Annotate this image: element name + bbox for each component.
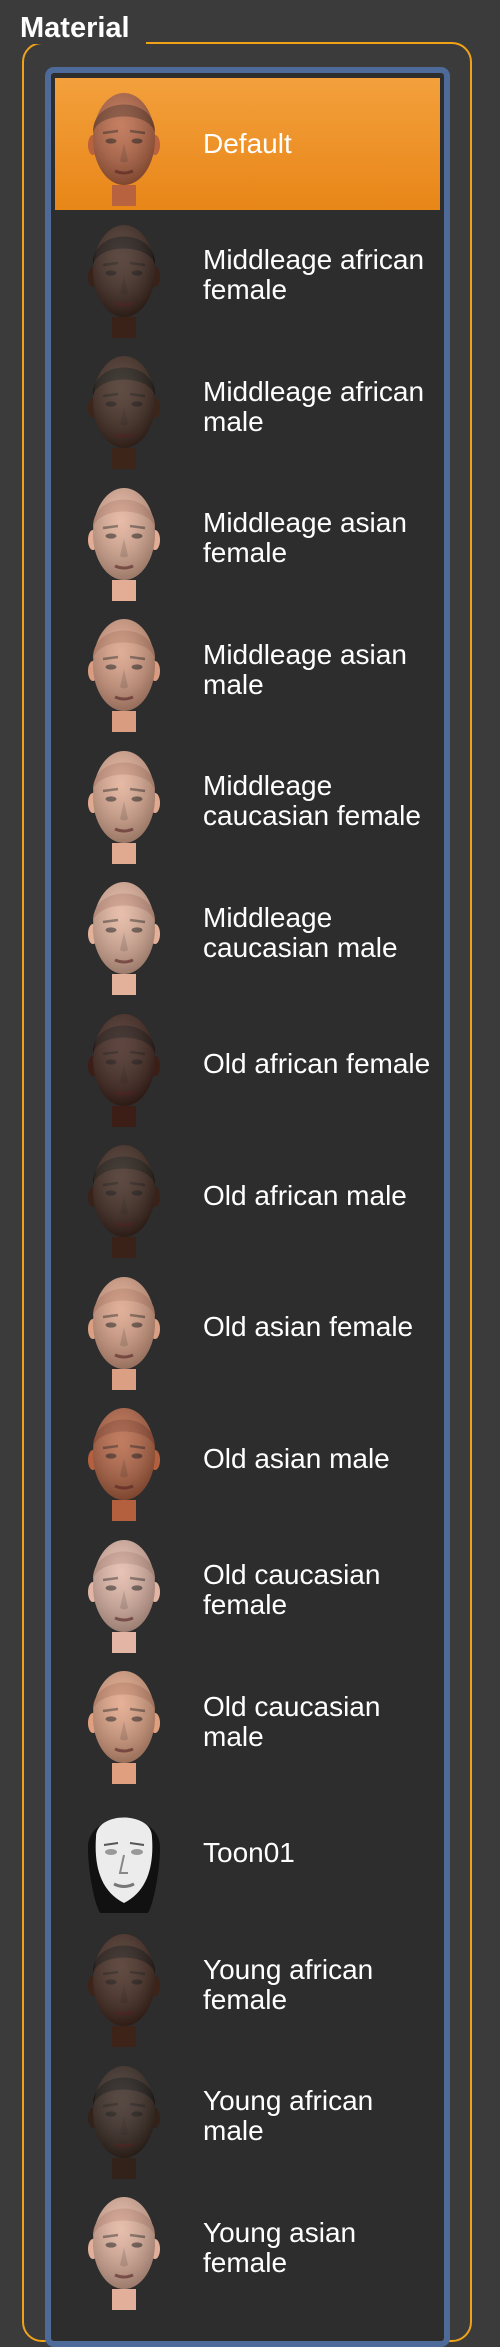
material-item-label: Middleage african male [203, 375, 425, 437]
face-thumbnail-icon [80, 1133, 168, 1259]
material-item-label: Old caucasian male [203, 1690, 381, 1752]
material-item[interactable]: Young african male [55, 2051, 440, 2183]
material-item-label: Middleage african female [203, 244, 425, 306]
material-item-label: Old caucasian female [203, 1559, 381, 1621]
face-thumbnail-icon [80, 1791, 168, 1916]
material-item-label: Young african female [203, 1953, 374, 2015]
face-thumbnail-icon [80, 1396, 168, 1522]
face-thumbnail-icon [80, 1922, 168, 2048]
material-item[interactable]: Middleage caucasian female [55, 736, 440, 868]
material-item-label: Old asian female [203, 1311, 414, 1343]
material-item-label: Middleage asian male [203, 638, 407, 700]
face-thumbnail-icon [80, 213, 168, 338]
material-item-label: Old african male [203, 1179, 407, 1211]
material-item[interactable]: Old caucasian female [55, 1525, 440, 1657]
material-item-label: Middleage caucasian male [203, 901, 398, 963]
face-thumbnail-icon [80, 1002, 168, 1127]
material-item-label: Middleage asian female [203, 507, 407, 569]
face-thumbnail-icon [80, 81, 168, 207]
face-thumbnail-icon [80, 2054, 168, 2179]
material-item[interactable]: Middleage caucasian male [55, 867, 440, 999]
material-list[interactable]: Default Middleage african female Middleage… [45, 67, 450, 2347]
material-item[interactable]: Middleage african male [55, 341, 440, 473]
material-item-label: Old african female [203, 1048, 431, 1080]
material-item[interactable]: Toon01 [55, 1788, 440, 1920]
material-item-label: Toon01 [203, 1837, 295, 1869]
material-item-label: Default [203, 127, 292, 159]
material-item[interactable]: Old caucasian male [55, 1656, 440, 1788]
material-item-label: Young asian female [203, 2216, 357, 2278]
material-item[interactable]: Middleage african female [55, 210, 440, 342]
material-item[interactable]: Default [55, 78, 440, 210]
face-thumbnail-icon [80, 607, 168, 733]
face-thumbnail-icon [80, 476, 168, 601]
face-thumbnail-icon [80, 1265, 168, 1390]
material-item[interactable]: Young asian female [55, 2182, 440, 2314]
material-item-label: Middleage caucasian female [203, 770, 421, 832]
face-thumbnail-icon [80, 870, 168, 996]
material-list-items: Default Middleage african female Middleage… [55, 78, 440, 2314]
material-item[interactable]: Old asian male [55, 1393, 440, 1525]
material-item[interactable]: Middleage asian female [55, 473, 440, 605]
material-group-title: Material [6, 6, 146, 44]
material-item[interactable]: Middleage asian male [55, 604, 440, 736]
face-thumbnail-icon [80, 2185, 168, 2311]
material-item[interactable]: Old african male [55, 1130, 440, 1262]
material-item-label: Old asian male [203, 1442, 390, 1474]
face-thumbnail-icon [80, 344, 168, 470]
material-item[interactable]: Young african female [55, 1919, 440, 2051]
material-item-label: Young african male [203, 2085, 374, 2147]
face-thumbnail-icon [80, 739, 168, 864]
material-item[interactable]: Old african female [55, 999, 440, 1131]
material-item[interactable]: Old asian female [55, 1262, 440, 1394]
face-thumbnail-icon [80, 1528, 168, 1653]
face-thumbnail-icon [80, 1659, 168, 1785]
